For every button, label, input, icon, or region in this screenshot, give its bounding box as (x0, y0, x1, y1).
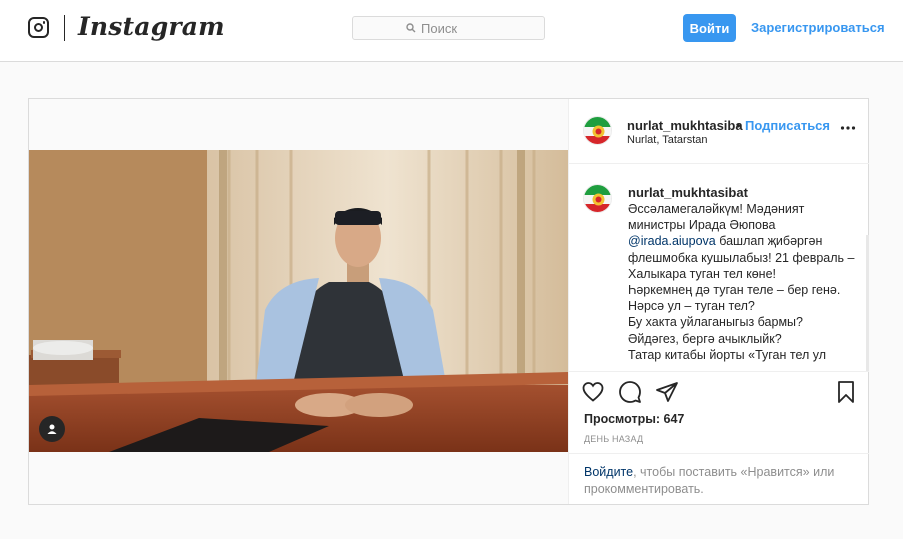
post-actions: Просмотры: 647 ДЕНЬ НАЗАД (569, 371, 869, 453)
signup-link[interactable]: Зарегистрироваться (751, 20, 885, 35)
comment-icon[interactable] (618, 380, 642, 404)
instagram-logo-icon[interactable] (28, 17, 49, 38)
post-sidebar: nurlat_mukhtasiba • Подписаться Nurlat, … (568, 99, 869, 504)
instagram-wordmark[interactable]: Instagram (78, 12, 225, 41)
avatar[interactable] (583, 184, 612, 213)
post-header: nurlat_mukhtasiba • Подписаться Nurlat, … (569, 99, 869, 164)
nav-divider (64, 15, 65, 41)
separator-dot: • (736, 118, 741, 133)
save-bookmark-icon[interactable] (834, 380, 858, 404)
post-video[interactable] (29, 150, 568, 452)
search-icon (406, 23, 416, 33)
login-prompt: Войдите, чтобы поставить «Нравится» или … (569, 453, 869, 504)
tagged-user-icon[interactable] (39, 416, 65, 442)
avatar[interactable] (583, 116, 612, 145)
post-timestamp[interactable]: ДЕНЬ НАЗАД (584, 434, 643, 444)
caption-intro: Әссәламегаләйкүм! Мәдәният министры Ирад… (628, 202, 805, 233)
login-prompt-text: Войдите, чтобы поставить «Нравится» или … (584, 464, 844, 498)
search-box[interactable] (352, 16, 545, 40)
like-heart-icon[interactable] (581, 380, 605, 404)
mention-link[interactable]: @irada.aiupova (628, 234, 716, 248)
views-count[interactable]: Просмотры: 647 (584, 412, 684, 426)
post-caption: nurlat_mukhtasibat Әссәламегаләйкүм! Мәд… (569, 165, 869, 371)
login-button[interactable]: Войти (683, 14, 736, 42)
caption-scrollbar[interactable] (866, 235, 869, 371)
post-location[interactable]: Nurlat, Tatarstan (627, 134, 708, 146)
caption-username[interactable]: nurlat_mukhtasibat (628, 185, 748, 200)
top-navigation: Instagram Войти Зарегистрироваться (0, 0, 903, 62)
post-media (29, 99, 568, 504)
search-input[interactable] (421, 20, 491, 36)
login-prompt-link[interactable]: Войдите (584, 465, 633, 479)
caption-body: башлап җибәргән флешмобка кушылабыз! 21 … (628, 234, 855, 362)
post-card: nurlat_mukhtasiba • Подписаться Nurlat, … (28, 98, 869, 505)
post-username[interactable]: nurlat_mukhtasiba (627, 118, 743, 133)
more-options-icon[interactable] (840, 125, 856, 131)
follow-button[interactable]: Подписаться (745, 118, 830, 133)
share-icon[interactable] (655, 380, 679, 404)
caption-text: Әссәламегаләйкүм! Мәдәният министры Ирад… (628, 201, 863, 363)
video-frame (29, 150, 568, 452)
